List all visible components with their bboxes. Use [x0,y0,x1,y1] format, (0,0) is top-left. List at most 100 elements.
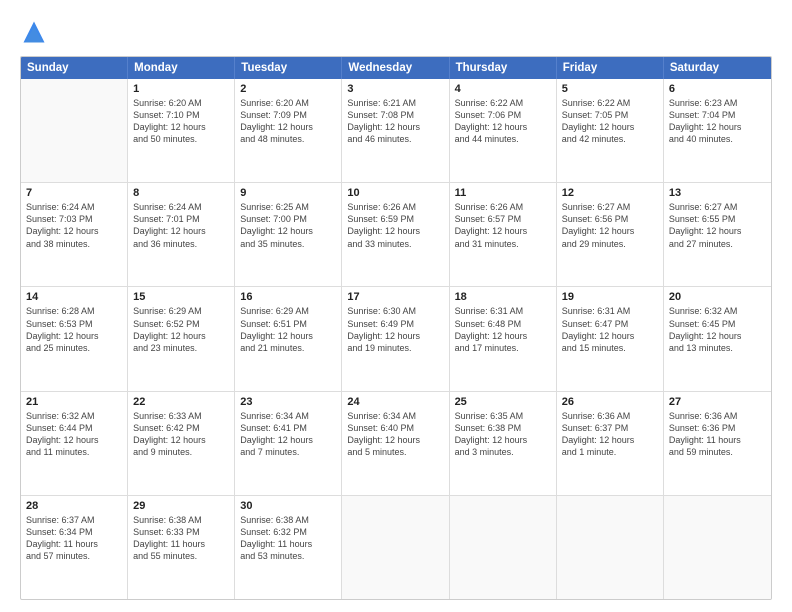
cell-info: Sunrise: 6:32 AMSunset: 6:44 PMDaylight:… [26,410,122,459]
calendar-cell: 4Sunrise: 6:22 AMSunset: 7:06 PMDaylight… [450,79,557,182]
cell-info: Sunrise: 6:27 AMSunset: 6:56 PMDaylight:… [562,201,658,250]
calendar-cell: 13 Sunrise: 6:27 AMSunset: 6:55 PMDayligh… [664,183,771,286]
day-number: 8 [133,187,229,199]
calendar-body: 1 Sunrise: 6:20 AMSunset: 7:10 PMDaylight… [21,79,771,599]
day-number: 9 [240,187,336,199]
day-number: 19 [562,291,658,303]
cell-info: Sunrise: 6:33 AMSunset: 6:42 PMDaylight:… [133,410,229,459]
cell-info: Sunrise: 6:28 AMSunset: 6:53 PMDaylight:… [26,305,122,354]
day-number: 15 [133,291,229,303]
cell-info: Sunrise: 6:31 AMSunset: 6:47 PMDaylight:… [562,305,658,354]
cell-info: Sunrise: 6:24 AMSunset: 7:01 PMDaylight:… [133,201,229,250]
calendar-header: SundayMondayTuesdayWednesdayThursdayFrid… [21,57,771,79]
calendar-cell: 28 Sunrise: 6:37 AMSunset: 6:34 PMDayligh… [21,496,128,599]
calendar-cell: 5 Sunrise: 6:22 AMSunset: 7:05 PMDaylight… [557,79,664,182]
calendar-header-friday: Friday [557,57,664,79]
calendar-cell: 23 Sunrise: 6:34 AMSunset: 6:41 PMDayligh… [235,392,342,495]
day-number: 7 [26,187,122,199]
day-number: 2 [240,83,336,95]
calendar-week-3: 14 Sunrise: 6:28 AMSunset: 6:53 PMDayligh… [21,287,771,391]
cell-info: Sunrise: 6:22 AMSunset: 7:05 PMDaylight:… [562,97,658,146]
calendar-cell: 24 Sunrise: 6:34 AMSunset: 6:40 PMDayligh… [342,392,449,495]
calendar-cell: 11Sunrise: 6:26 AMSunset: 6:57 PMDayligh… [450,183,557,286]
calendar-cell: 8 Sunrise: 6:24 AMSunset: 7:01 PMDaylight… [128,183,235,286]
day-number: 18 [455,291,551,303]
day-number: 26 [562,396,658,408]
calendar-week-2: 7 Sunrise: 6:24 AMSunset: 7:03 PMDaylight… [21,183,771,287]
day-number: 13 [669,187,766,199]
cell-info: Sunrise: 6:29 AMSunset: 6:51 PMDaylight:… [240,305,336,354]
calendar-cell: 16Sunrise: 6:29 AMSunset: 6:51 PMDayligh… [235,287,342,390]
cell-info: Sunrise: 6:37 AMSunset: 6:34 PMDaylight:… [26,514,122,563]
calendar-cell: 19 Sunrise: 6:31 AMSunset: 6:47 PMDayligh… [557,287,664,390]
day-number: 3 [347,83,443,95]
day-number: 21 [26,396,122,408]
day-number: 20 [669,291,766,303]
day-number: 27 [669,396,766,408]
day-number: 14 [26,291,122,303]
logo [20,18,52,46]
calendar-cell: 7 Sunrise: 6:24 AMSunset: 7:03 PMDaylight… [21,183,128,286]
cell-info: Sunrise: 6:23 AMSunset: 7:04 PMDaylight:… [669,97,766,146]
cell-info: Sunrise: 6:27 AMSunset: 6:55 PMDaylight:… [669,201,766,250]
calendar-cell: 14 Sunrise: 6:28 AMSunset: 6:53 PMDayligh… [21,287,128,390]
cell-info: Sunrise: 6:38 AMSunset: 6:33 PMDaylight:… [133,514,229,563]
calendar-header-monday: Monday [128,57,235,79]
calendar-cell: 10Sunrise: 6:26 AMSunset: 6:59 PMDayligh… [342,183,449,286]
calendar-cell: 12 Sunrise: 6:27 AMSunset: 6:56 PMDayligh… [557,183,664,286]
calendar-cell: 9 Sunrise: 6:25 AMSunset: 7:00 PMDaylight… [235,183,342,286]
cell-info: Sunrise: 6:34 AMSunset: 6:40 PMDaylight:… [347,410,443,459]
calendar: SundayMondayTuesdayWednesdayThursdayFrid… [20,56,772,600]
day-number: 29 [133,500,229,512]
cell-info: Sunrise: 6:36 AMSunset: 6:37 PMDaylight:… [562,410,658,459]
day-number: 24 [347,396,443,408]
logo-icon [20,18,48,46]
calendar-cell: 3 Sunrise: 6:21 AMSunset: 7:08 PMDaylight… [342,79,449,182]
cell-info: Sunrise: 6:26 AMSunset: 6:59 PMDaylight:… [347,201,443,250]
calendar-cell: 26 Sunrise: 6:36 AMSunset: 6:37 PMDayligh… [557,392,664,495]
cell-info: Sunrise: 6:31 AMSunset: 6:48 PMDaylight:… [455,305,551,354]
calendar-cell [450,496,557,599]
day-number: 23 [240,396,336,408]
page: SundayMondayTuesdayWednesdayThursdayFrid… [0,0,792,612]
calendar-cell: 2Sunrise: 6:20 AMSunset: 7:09 PMDaylight… [235,79,342,182]
calendar-cell: 1 Sunrise: 6:20 AMSunset: 7:10 PMDaylight… [128,79,235,182]
calendar-week-1: 1 Sunrise: 6:20 AMSunset: 7:10 PMDaylight… [21,79,771,183]
day-number: 4 [455,83,551,95]
calendar-cell [664,496,771,599]
calendar-cell [21,79,128,182]
cell-info: Sunrise: 6:29 AMSunset: 6:52 PMDaylight:… [133,305,229,354]
cell-info: Sunrise: 6:38 AMSunset: 6:32 PMDaylight:… [240,514,336,563]
cell-info: Sunrise: 6:36 AMSunset: 6:36 PMDaylight:… [669,410,766,459]
day-number: 12 [562,187,658,199]
calendar-header-tuesday: Tuesday [235,57,342,79]
day-number: 25 [455,396,551,408]
cell-info: Sunrise: 6:26 AMSunset: 6:57 PMDaylight:… [455,201,551,250]
calendar-cell [557,496,664,599]
cell-info: Sunrise: 6:20 AMSunset: 7:10 PMDaylight:… [133,97,229,146]
calendar-cell: 18 Sunrise: 6:31 AMSunset: 6:48 PMDayligh… [450,287,557,390]
day-number: 5 [562,83,658,95]
header [20,18,772,46]
cell-info: Sunrise: 6:30 AMSunset: 6:49 PMDaylight:… [347,305,443,354]
calendar-cell: 25 Sunrise: 6:35 AMSunset: 6:38 PMDayligh… [450,392,557,495]
calendar-cell [342,496,449,599]
calendar-cell: 6Sunrise: 6:23 AMSunset: 7:04 PMDaylight… [664,79,771,182]
calendar-cell: 29 Sunrise: 6:38 AMSunset: 6:33 PMDayligh… [128,496,235,599]
calendar-cell: 20 Sunrise: 6:32 AMSunset: 6:45 PMDayligh… [664,287,771,390]
calendar-week-5: 28 Sunrise: 6:37 AMSunset: 6:34 PMDayligh… [21,496,771,599]
calendar-cell: 21 Sunrise: 6:32 AMSunset: 6:44 PMDayligh… [21,392,128,495]
cell-info: Sunrise: 6:25 AMSunset: 7:00 PMDaylight:… [240,201,336,250]
cell-info: Sunrise: 6:21 AMSunset: 7:08 PMDaylight:… [347,97,443,146]
day-number: 1 [133,83,229,95]
calendar-header-wednesday: Wednesday [342,57,449,79]
day-number: 28 [26,500,122,512]
day-number: 30 [240,500,336,512]
cell-info: Sunrise: 6:35 AMSunset: 6:38 PMDaylight:… [455,410,551,459]
calendar-cell: 15 Sunrise: 6:29 AMSunset: 6:52 PMDayligh… [128,287,235,390]
day-number: 22 [133,396,229,408]
cell-info: Sunrise: 6:34 AMSunset: 6:41 PMDaylight:… [240,410,336,459]
cell-info: Sunrise: 6:32 AMSunset: 6:45 PMDaylight:… [669,305,766,354]
calendar-cell: 22 Sunrise: 6:33 AMSunset: 6:42 PMDayligh… [128,392,235,495]
cell-info: Sunrise: 6:24 AMSunset: 7:03 PMDaylight:… [26,201,122,250]
